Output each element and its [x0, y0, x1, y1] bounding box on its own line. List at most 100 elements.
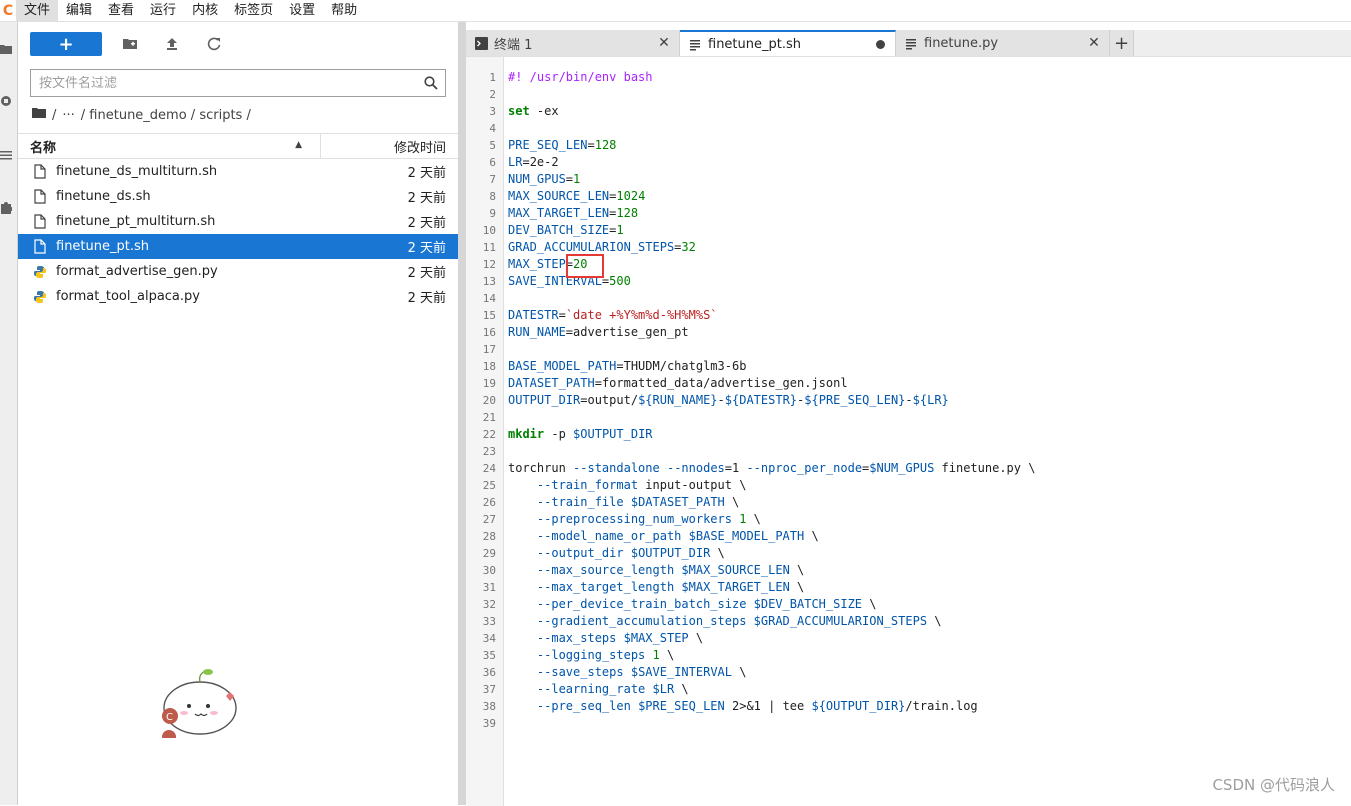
- code-line[interactable]: --max_source_length $MAX_SOURCE_LEN \: [508, 562, 1035, 579]
- add-tab-button[interactable]: +: [1110, 30, 1134, 56]
- close-icon[interactable]: ✕: [1087, 36, 1101, 50]
- code-line[interactable]: OUTPUT_DIR=output/${RUN_NAME}-${DATESTR}…: [508, 392, 1035, 409]
- mascot-image: C: [142, 658, 242, 738]
- code-line[interactable]: --save_steps $SAVE_INTERVAL \: [508, 664, 1035, 681]
- line-number: 5: [466, 137, 496, 154]
- code-line[interactable]: --train_format input-output \: [508, 477, 1035, 494]
- file-icon: [32, 214, 48, 230]
- home-folder-icon[interactable]: [32, 107, 46, 123]
- code-line[interactable]: #! /usr/bin/env bash: [508, 69, 1035, 86]
- line-number: 16: [466, 324, 496, 341]
- tab-finetune-py[interactable]: finetune.py ✕: [896, 30, 1110, 56]
- file-row[interactable]: finetune_pt_multiturn.sh2 天前: [18, 209, 458, 234]
- new-launcher-button[interactable]: +: [30, 32, 102, 56]
- code-line[interactable]: [508, 341, 1035, 358]
- tab-label: 终端 1: [494, 34, 657, 53]
- code-line[interactable]: DATASET_PATH=formatted_data/advertise_ge…: [508, 375, 1035, 392]
- menu-item[interactable]: 运行: [142, 0, 184, 22]
- unsaved-dot-icon[interactable]: [873, 37, 887, 51]
- menu-item[interactable]: 查看: [100, 0, 142, 22]
- code-line[interactable]: RUN_NAME=advertise_gen_pt: [508, 324, 1035, 341]
- code-line[interactable]: MAX_TARGET_LEN=128: [508, 205, 1035, 222]
- file-row[interactable]: finetune_ds_multiturn.sh2 天前: [18, 159, 458, 184]
- line-number: 25: [466, 477, 496, 494]
- code-line[interactable]: torchrun --standalone --nnodes=1 --nproc…: [508, 460, 1035, 477]
- line-number-gutter: 1234567891011121314151617181920212223242…: [466, 57, 504, 806]
- file-row[interactable]: finetune_pt.sh2 天前: [18, 234, 458, 259]
- breadcrumb-path[interactable]: / finetune_demo / scripts /: [81, 108, 251, 123]
- file-browser-toolbar: +: [30, 32, 228, 56]
- code-line[interactable]: PRE_SEQ_LEN=128: [508, 137, 1035, 154]
- folder-icon[interactable]: [0, 42, 12, 56]
- extension-icon[interactable]: [0, 200, 12, 214]
- panel-splitter[interactable]: [458, 22, 466, 805]
- running-icon[interactable]: [0, 94, 12, 108]
- search-icon[interactable]: [417, 70, 445, 96]
- tab-finetune-pt-sh[interactable]: finetune_pt.sh: [680, 30, 896, 56]
- code-line[interactable]: [508, 409, 1035, 426]
- breadcrumb-root[interactable]: /: [52, 108, 56, 123]
- code-line[interactable]: [508, 290, 1035, 307]
- column-header-modified[interactable]: 修改时间: [321, 134, 458, 158]
- code-line[interactable]: --max_steps $MAX_STEP \: [508, 630, 1035, 647]
- line-number: 37: [466, 681, 496, 698]
- listing-header: 名称 ▲ 修改时间: [18, 133, 458, 159]
- code-line[interactable]: --pre_seq_len $PRE_SEQ_LEN 2>&1 | tee ${…: [508, 698, 1035, 715]
- table-of-contents-icon[interactable]: [0, 148, 12, 162]
- breadcrumb: / ··· / finetune_demo / scripts /: [32, 106, 257, 124]
- menu-item[interactable]: 编辑: [58, 0, 100, 22]
- editor-tab-bar: 终端 1 ✕ finetune_pt.sh finetune.py ✕ +: [466, 30, 1351, 56]
- code-line[interactable]: LR=2e-2: [508, 154, 1035, 171]
- line-number: 8: [466, 188, 496, 205]
- new-folder-icon[interactable]: [116, 32, 144, 56]
- file-list: finetune_ds_multiturn.sh2 天前finetune_ds.…: [18, 159, 458, 309]
- code-line[interactable]: NUM_GPUS=1: [508, 171, 1035, 188]
- file-modified: 2 天前: [408, 187, 458, 206]
- file-row[interactable]: format_tool_alpaca.py2 天前: [18, 284, 458, 309]
- python-file-icon: [32, 264, 48, 280]
- upload-icon[interactable]: [158, 32, 186, 56]
- file-row[interactable]: format_advertise_gen.py2 天前: [18, 259, 458, 284]
- file-modified: 2 天前: [408, 162, 458, 181]
- code-line[interactable]: [508, 715, 1035, 732]
- code-line[interactable]: --preprocessing_num_workers 1 \: [508, 511, 1035, 528]
- code-line[interactable]: --learning_rate $LR \: [508, 681, 1035, 698]
- column-header-name[interactable]: 名称 ▲: [18, 134, 321, 158]
- terminal-icon: [474, 36, 488, 50]
- code-line[interactable]: MAX_SOURCE_LEN=1024: [508, 188, 1035, 205]
- refresh-icon[interactable]: [200, 32, 228, 56]
- code-line[interactable]: [508, 120, 1035, 137]
- file-row[interactable]: finetune_ds.sh2 天前: [18, 184, 458, 209]
- line-number: 3: [466, 103, 496, 120]
- breadcrumb-ellipsis[interactable]: ···: [62, 108, 74, 123]
- code-line[interactable]: --train_file $DATASET_PATH \: [508, 494, 1035, 511]
- code-line[interactable]: DEV_BATCH_SIZE=1: [508, 222, 1035, 239]
- code-line[interactable]: --logging_steps 1 \: [508, 647, 1035, 664]
- code-line[interactable]: BASE_MODEL_PATH=THUDM/chatglm3-6b: [508, 358, 1035, 375]
- line-number: 34: [466, 630, 496, 647]
- line-number: 2: [466, 86, 496, 103]
- tab-terminal[interactable]: 终端 1 ✕: [466, 30, 680, 56]
- code-line[interactable]: [508, 443, 1035, 460]
- line-number: 9: [466, 205, 496, 222]
- code-line[interactable]: mkdir -p $OUTPUT_DIR: [508, 426, 1035, 443]
- close-icon[interactable]: ✕: [657, 36, 671, 50]
- line-number: 30: [466, 562, 496, 579]
- code-line[interactable]: --per_device_train_batch_size $DEV_BATCH…: [508, 596, 1035, 613]
- code-line[interactable]: [508, 86, 1035, 103]
- line-number: 29: [466, 545, 496, 562]
- menu-item[interactable]: 设置: [281, 0, 323, 22]
- menu-item[interactable]: 内核: [184, 0, 226, 22]
- file-filter-input[interactable]: [39, 76, 417, 91]
- code-line[interactable]: --output_dir $OUTPUT_DIR \: [508, 545, 1035, 562]
- menu-item[interactable]: 文件: [16, 0, 58, 22]
- code-line[interactable]: DATESTR=`date +%Y%m%d-%H%M%S`: [508, 307, 1035, 324]
- code-line[interactable]: set -ex: [508, 103, 1035, 120]
- code-content[interactable]: #! /usr/bin/env bash set -ex PRE_SEQ_LEN=1…: [508, 69, 1035, 732]
- menu-item[interactable]: 标签页: [226, 0, 281, 22]
- code-line[interactable]: --model_name_or_path $BASE_MODEL_PATH \: [508, 528, 1035, 545]
- menu-item[interactable]: 帮助: [323, 0, 365, 22]
- code-line[interactable]: --gradient_accumulation_steps $GRAD_ACCU…: [508, 613, 1035, 630]
- code-line[interactable]: --max_target_length $MAX_TARGET_LEN \: [508, 579, 1035, 596]
- code-editor[interactable]: 1234567891011121314151617181920212223242…: [466, 56, 1351, 805]
